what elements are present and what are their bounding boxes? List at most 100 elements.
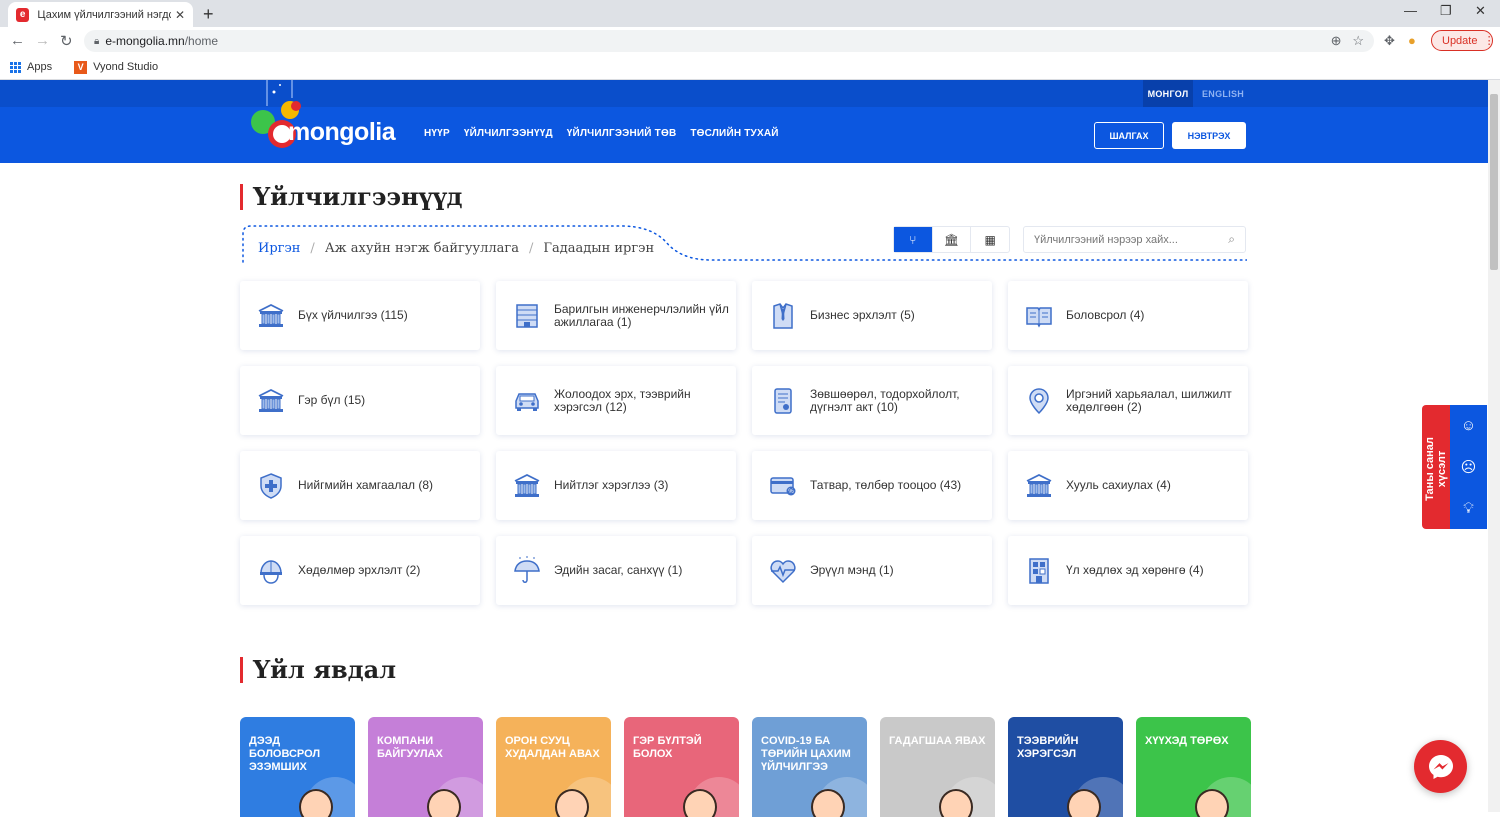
service-card[interactable]: Боловсрол (4)	[1008, 281, 1248, 350]
breadcrumb-organization[interactable]: Аж ахуйн нэгж байгууллага	[325, 241, 519, 256]
back-icon[interactable]: ←	[10, 32, 25, 49]
person-illustration-icon	[427, 789, 461, 817]
nav-services[interactable]: ҮЙЛЧИЛГЭЭНҮҮД	[464, 128, 553, 139]
search-icon[interactable]: ⌕	[1228, 232, 1235, 247]
event-card[interactable]: ГАДАГШАА ЯВАХ	[880, 717, 995, 817]
event-card[interactable]: ХҮҮХЭД ТӨРӨХ	[1136, 717, 1251, 817]
service-card-label: Иргэний харьяалал, шилжилт хөдөлгөөн (2)	[1066, 386, 1232, 414]
service-card-label: Боловсрол (4)	[1066, 308, 1145, 322]
person-illustration-icon	[683, 789, 717, 817]
scroll-thumb[interactable]	[1490, 94, 1498, 270]
login-button[interactable]: НЭВТРЭХ	[1172, 122, 1246, 149]
branch-view-icon[interactable]: ⑂	[894, 227, 933, 252]
event-card[interactable]: КОМПАНИ БАЙГУУЛАХ	[368, 717, 483, 817]
service-card[interactable]: Бүх үйлчилгээ (115)	[240, 281, 480, 350]
event-card[interactable]: COVID-19 БА ТӨРИЙН ЦАХИМ ҮЙЛЧИЛГЭЭ	[752, 717, 867, 817]
service-card[interactable]: Хөдөлмөр эрхлэлт (2)	[240, 536, 480, 605]
service-card[interactable]: Бизнес эрхлэлт (5)	[752, 281, 992, 350]
nav-service-center[interactable]: ҮЙЛЧИЛГЭЭНИЙ ТӨВ	[567, 128, 677, 139]
nav-about[interactable]: ТӨСЛИЙН ТУХАЙ	[690, 128, 778, 139]
service-search-box: ⌕	[1023, 226, 1246, 253]
reload-icon[interactable]: ↻	[60, 32, 73, 50]
lang-mongolian[interactable]: МОНГОЛ	[1143, 80, 1193, 107]
event-card[interactable]: ОРОН СУУЦ ХУДАЛДАН АВАХ	[496, 717, 611, 817]
view-toggle: ⑂ 🏛︎ ▦	[893, 226, 1010, 253]
bookmark-vyond[interactable]: Vyond Studio	[93, 61, 158, 73]
service-card-label: Эрүүл мэнд (1)	[810, 563, 894, 577]
service-card-label: Эдийн засаг, санхүү (1)	[554, 563, 683, 577]
url-host: e-mongolia.mn	[105, 34, 185, 48]
service-card[interactable]: Гэр бүл (15)	[240, 366, 480, 435]
event-card-label: КОМПАНИ БАЙГУУЛАХ	[377, 735, 443, 760]
breadcrumb-citizen[interactable]: Иргэн	[258, 241, 300, 256]
service-card[interactable]: Эдийн засаг, санхүү (1)	[496, 536, 736, 605]
bookmark-apps[interactable]: Apps	[27, 61, 52, 73]
event-card-label: ТЭЭВРИЙН ХЭРЭГСЭЛ	[1017, 735, 1079, 760]
update-button[interactable]: Update ⋮	[1431, 30, 1495, 51]
person-illustration-icon	[939, 789, 973, 817]
messenger-chat-button[interactable]	[1414, 740, 1467, 793]
close-tab-icon[interactable]: ✕	[175, 8, 185, 22]
check-button[interactable]: ШАЛГАХ	[1094, 122, 1164, 149]
service-grid: Бүх үйлчилгээ (115) Барилгын инженерчлэли…	[240, 281, 1248, 605]
restore-icon[interactable]: ❐	[1440, 3, 1452, 19]
service-card[interactable]: Жолоодох эрх, тээврийн хэрэгсэл (12)	[496, 366, 736, 435]
service-card[interactable]: Барилгын инженерчлэлийн үйл ажиллагаа (1…	[496, 281, 736, 350]
zoom-icon[interactable]: ⊕	[1331, 33, 1342, 48]
url-bar[interactable]: 🔒︎ e-mongolia.mn/home ⊕ ☆	[84, 30, 1374, 52]
service-search-input[interactable]	[1034, 233, 1229, 246]
service-card-label: Зөвшөөрөл, тодорхойлолт, дүгнэлт акт (10…	[810, 386, 960, 414]
person-illustration-icon	[299, 789, 333, 817]
close-window-icon[interactable]: ✕	[1475, 3, 1486, 19]
lightbulb-icon[interactable]: 💡︎	[1463, 500, 1474, 517]
event-card[interactable]: ГЭР БҮЛТЭЙ БОЛОХ	[624, 717, 739, 817]
institution-view-icon[interactable]: 🏛︎	[933, 227, 972, 252]
profile-icon[interactable]: ●	[1408, 33, 1416, 48]
favicon-icon: e	[16, 7, 30, 22]
lang-english[interactable]: ENGLISH	[1202, 89, 1244, 99]
address-bar-row: ← → ↻ 🔒︎ e-mongolia.mn/home ⊕ ☆ ✥ ● Upda…	[0, 27, 1500, 55]
extensions-icon[interactable]: ✥	[1384, 33, 1395, 49]
tab-title: Цахим үйлчилгээний нэгдсэн п	[37, 8, 171, 21]
credit-card-icon: %	[768, 471, 798, 501]
umbrella-icon	[512, 555, 542, 586]
event-card[interactable]: ТЭЭВРИЙН ХЭРЭГСЭЛ	[1008, 717, 1123, 817]
service-card-label: Нийгмийн хамгаалал (8)	[298, 478, 433, 492]
service-card[interactable]: % Татвар, төлбөр тооцоо (43)	[752, 451, 992, 520]
services-title: Үйлчилгээнүүд	[240, 184, 463, 210]
feedback-tab[interactable]: Таны санал хүсэлт	[1422, 405, 1450, 529]
service-card[interactable]: Иргэний харьяалал, шилжилт хөдөлгөөн (2)	[1008, 366, 1248, 435]
service-card-label: Жолоодох эрх, тээврийн хэрэгсэл (12)	[554, 386, 691, 414]
feedback-widget: Таны санал хүсэлт ☺︎ ☹︎ 💡︎	[1422, 405, 1487, 529]
site-logo[interactable]: mongolia	[288, 118, 396, 147]
service-card[interactable]: Үл хөдлөх эд хөрөнгө (4)	[1008, 536, 1248, 605]
svg-text:%: %	[788, 489, 794, 495]
event-card[interactable]: ДЭЭД БОЛОВСРОЛ ЭЗЭМШИХ	[240, 717, 355, 817]
audience-breadcrumb: Иргэн / Аж ахуйн нэгж байгууллага / Гада…	[258, 241, 655, 256]
service-card[interactable]: Эрүүл мэнд (1)	[752, 536, 992, 605]
forward-icon[interactable]: →	[35, 32, 50, 49]
property-icon	[1024, 556, 1054, 586]
bookmark-star-icon[interactable]: ☆	[1352, 33, 1364, 48]
service-card[interactable]: Хууль сахиулах (4)	[1008, 451, 1248, 520]
service-card[interactable]: Зөвшөөрөл, тодорхойлолт, дүгнэлт акт (10…	[752, 366, 992, 435]
event-card-label: ГЭР БҮЛТЭЙ БОЛОХ	[633, 735, 702, 760]
browser-tab[interactable]: e Цахим үйлчилгээний нэгдсэн п ✕	[8, 2, 193, 27]
sad-icon[interactable]: ☹︎	[1461, 458, 1477, 476]
service-card[interactable]: Нийтлэг хэрэглээ (3)	[496, 451, 736, 520]
service-card[interactable]: Нийгмийн хамгаалал (8)	[240, 451, 480, 520]
smile-icon[interactable]: ☺︎	[1461, 417, 1476, 434]
service-card-label: Татвар, төлбөр тооцоо (43)	[810, 478, 962, 492]
apps-grid-icon	[10, 61, 21, 73]
breadcrumb-foreigner[interactable]: Гадаадын иргэн	[543, 241, 654, 256]
service-card-label: Барилгын инженерчлэлийн үйл ажиллагаа (1…	[554, 301, 729, 329]
event-card-label: COVID-19 БА ТӨРИЙН ЦАХИМ ҮЙЛЧИЛГЭЭ	[761, 735, 851, 773]
new-tab-icon[interactable]: +	[203, 4, 214, 25]
nav-home[interactable]: НҮҮР	[424, 128, 450, 139]
car-icon	[512, 386, 542, 416]
heart-icon	[768, 556, 798, 586]
vyond-icon: V	[74, 60, 88, 74]
grid-view-icon[interactable]: ▦	[971, 227, 1009, 252]
minimize-icon[interactable]: —	[1404, 3, 1417, 18]
page-scrollbar[interactable]	[1488, 80, 1500, 812]
